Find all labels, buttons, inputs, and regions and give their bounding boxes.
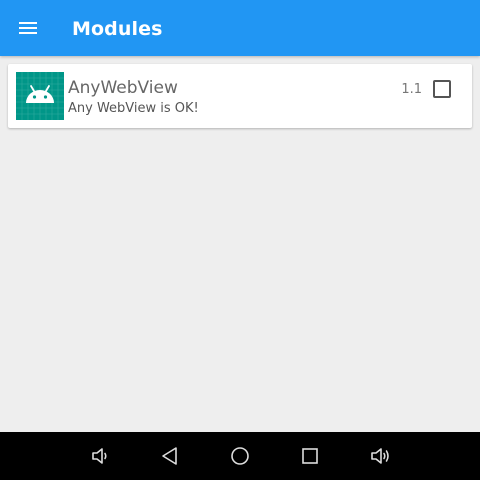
home-icon[interactable] [228,444,252,468]
page-title: Modules [72,18,163,40]
android-icon [16,72,64,120]
app-screen: Modules AnyWebView Any WebView is OK! 1.… [0,0,480,480]
hamburger-menu-icon[interactable] [16,16,40,40]
app-bar: Modules [0,0,480,56]
module-enable-checkbox[interactable] [433,80,451,98]
system-nav-bar [0,432,480,480]
recents-icon[interactable] [298,444,322,468]
module-description: Any WebView is OK! [68,101,199,116]
module-name: AnyWebView [68,78,178,98]
back-icon[interactable] [158,444,182,468]
volume-down-icon[interactable] [88,444,112,468]
module-list-item[interactable]: AnyWebView Any WebView is OK! 1.1 [8,64,472,128]
module-version: 1.1 [401,82,422,97]
volume-up-icon[interactable] [368,444,392,468]
